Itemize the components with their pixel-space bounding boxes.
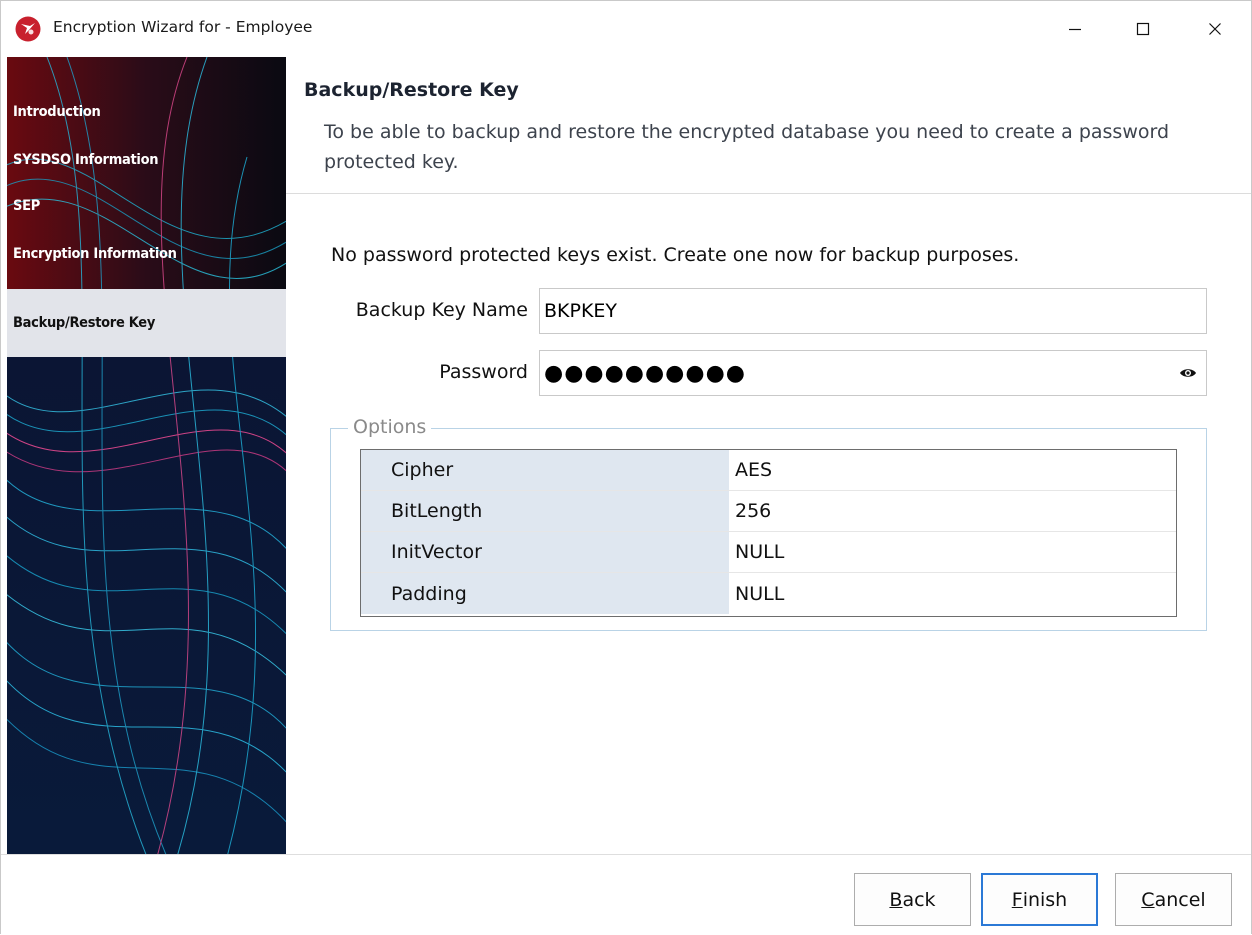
title-bar[interactable]: Encryption Wizard for - Employee [1,1,1251,57]
option-row-bitlength[interactable]: BitLength 256 [361,491,1176,532]
intro-text: No password protected keys exist. Create… [331,244,1020,266]
wizard-footer: Back Finish Cancel [1,854,1251,935]
wizard-sidebar: Introduction SYSDSO Information SEP Encr… [7,57,286,854]
option-key: BitLength [361,491,729,531]
option-key: Padding [361,573,729,614]
step-sep[interactable]: SEP [7,183,286,229]
backup-key-name-input[interactable]: BKPKEY [539,288,1207,334]
finish-button[interactable]: Finish [981,873,1098,926]
maximize-icon [1136,22,1150,36]
wizard-logo-icon [15,16,41,42]
option-value[interactable]: NULL [729,573,1176,614]
wizard-window: Encryption Wizard for - Employee Introdu… [0,0,1252,935]
option-value[interactable]: NULL [729,532,1176,572]
options-legend: Options [348,416,432,438]
back-button[interactable]: Back [854,873,971,926]
page-description: To be able to backup and restore the enc… [324,121,1170,173]
minimize-button[interactable] [1043,1,1107,57]
option-value[interactable]: AES [729,450,1176,490]
option-row-cipher[interactable]: Cipher AES [361,450,1176,491]
options-property-grid: Cipher AES BitLength 256 InitVector NULL… [360,449,1177,617]
show-password-eye-icon[interactable] [1170,367,1206,379]
window-title: Encryption Wizard for - Employee [53,18,313,36]
option-value[interactable]: 256 [729,491,1176,531]
close-button[interactable] [1183,1,1247,57]
page-title: Backup/Restore Key [304,79,519,101]
page-header: Backup/Restore Key To be able to backup … [286,57,1251,194]
step-introduction[interactable]: Introduction [7,89,286,135]
maximize-button[interactable] [1111,1,1175,57]
close-icon [1209,23,1221,35]
password-input[interactable]: ●●●●●●●●●● [539,350,1207,396]
option-key: InitVector [361,532,729,572]
option-key: Cipher [361,450,729,490]
cancel-button[interactable]: Cancel [1115,873,1232,926]
step-sysdso-information[interactable]: SYSDSO Information [7,137,286,183]
password-mask: ●●●●●●●●●● [544,360,746,386]
minimize-icon [1069,28,1081,31]
option-row-initvector[interactable]: InitVector NULL [361,532,1176,573]
backup-key-name-value: BKPKEY [544,300,618,322]
backup-key-name-label: Backup Key Name [355,299,528,321]
option-row-padding[interactable]: Padding NULL [361,573,1176,614]
step-backup-restore-key[interactable]: Backup/Restore Key [7,289,286,357]
step-encryption-information[interactable]: Encryption Information [7,231,286,277]
password-label: Password [439,361,528,383]
